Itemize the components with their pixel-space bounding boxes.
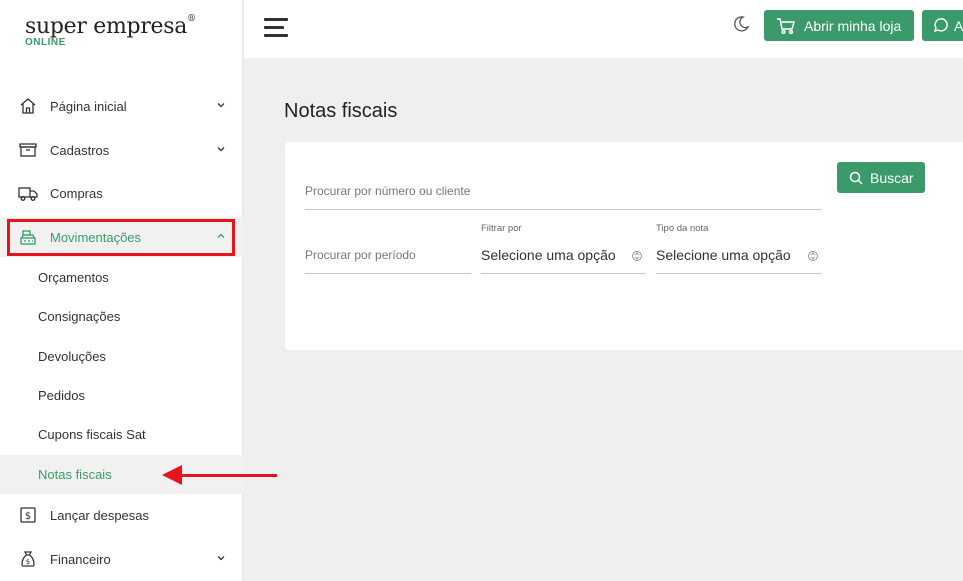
sidebar-item-label: Página inicial bbox=[50, 98, 127, 114]
svg-text:$: $ bbox=[26, 558, 30, 566]
note-type-select[interactable]: Tipo da nota Selecione uma opção bbox=[656, 223, 822, 274]
brand-name: super empresa® bbox=[25, 14, 196, 39]
sidebar-item-label: Financeiro bbox=[50, 551, 111, 567]
sidebar-item-label: Cadastros bbox=[50, 142, 110, 158]
search-input[interactable]: Procurar por número ou cliente bbox=[305, 172, 822, 210]
search-icon bbox=[849, 171, 863, 185]
cart-icon bbox=[777, 17, 795, 34]
period-placeholder: Procurar por período bbox=[305, 248, 416, 262]
whatsapp-label: A bbox=[954, 17, 963, 34]
open-store-button[interactable]: Abrir minha loja bbox=[764, 10, 914, 41]
arrow-annotation-line bbox=[178, 474, 277, 477]
sidebar-item-home[interactable]: Página inicial bbox=[0, 86, 243, 126]
page-title: Notas fiscais bbox=[284, 100, 398, 122]
select-arrows-icon bbox=[808, 251, 818, 261]
chevron-down-icon bbox=[217, 556, 225, 561]
dollar-bill-icon: $ bbox=[18, 505, 38, 525]
sidebar-subitem-cupons[interactable]: Cupons fiscais Sat bbox=[0, 415, 243, 454]
sidebar-item-compras[interactable]: Compras bbox=[0, 173, 243, 213]
chevron-down-icon bbox=[217, 147, 225, 152]
filter-value: Selecione uma opção bbox=[481, 247, 616, 263]
search-placeholder: Procurar por número ou cliente bbox=[305, 184, 471, 198]
svg-text:$: $ bbox=[25, 511, 31, 522]
money-bag-icon: $ bbox=[18, 549, 38, 569]
note-type-label: Tipo da nota bbox=[656, 223, 709, 234]
period-input[interactable]: Procurar por período bbox=[305, 238, 471, 274]
brand-logo[interactable]: super empresa® ONLINE bbox=[25, 14, 196, 48]
open-store-label: Abrir minha loja bbox=[804, 17, 902, 34]
chevron-down-icon bbox=[217, 103, 225, 108]
sidebar-subitem-devolucoes[interactable]: Devoluções bbox=[0, 337, 243, 376]
sidebar-item-label: Compras bbox=[50, 185, 103, 201]
note-type-value: Selecione uma opção bbox=[656, 247, 791, 263]
moon-icon[interactable] bbox=[732, 15, 750, 33]
menu-toggle-icon[interactable] bbox=[264, 18, 288, 38]
whatsapp-icon bbox=[933, 17, 948, 32]
box-icon bbox=[18, 140, 38, 160]
sidebar-subitem-pedidos[interactable]: Pedidos bbox=[0, 376, 243, 415]
sidebar-item-movimentacoes[interactable]: Movimentações bbox=[0, 217, 243, 257]
sidebar-item-label: Movimentações bbox=[50, 229, 142, 245]
select-arrows-icon bbox=[632, 251, 642, 261]
filter-select[interactable]: Filtrar por Selecione uma opção bbox=[481, 223, 646, 274]
sidebar-item-lancar-despesas[interactable]: $ Lançar despesas bbox=[0, 495, 243, 535]
truck-icon bbox=[18, 183, 38, 203]
topbar: Abrir minha loja A bbox=[244, 0, 963, 58]
search-button-label: Buscar bbox=[870, 169, 914, 186]
sidebar-subitem-consignacoes[interactable]: Consignações bbox=[0, 297, 243, 336]
cash-register-icon bbox=[18, 227, 38, 247]
sidebar-subitem-orcamentos[interactable]: Orçamentos bbox=[0, 258, 243, 297]
search-button[interactable]: Buscar bbox=[837, 162, 925, 193]
sidebar: super empresa® ONLINE Página inicial Cad… bbox=[0, 0, 243, 581]
home-icon bbox=[18, 96, 38, 116]
filter-label: Filtrar por bbox=[481, 223, 522, 234]
whatsapp-button[interactable]: A bbox=[922, 10, 963, 41]
sidebar-item-label: Lançar despesas bbox=[50, 507, 150, 523]
arrow-annotation-head bbox=[162, 465, 182, 485]
sidebar-item-financeiro[interactable]: $ Financeiro bbox=[0, 539, 243, 579]
sidebar-item-cadastros[interactable]: Cadastros bbox=[0, 130, 243, 170]
chevron-up-icon bbox=[217, 233, 225, 238]
